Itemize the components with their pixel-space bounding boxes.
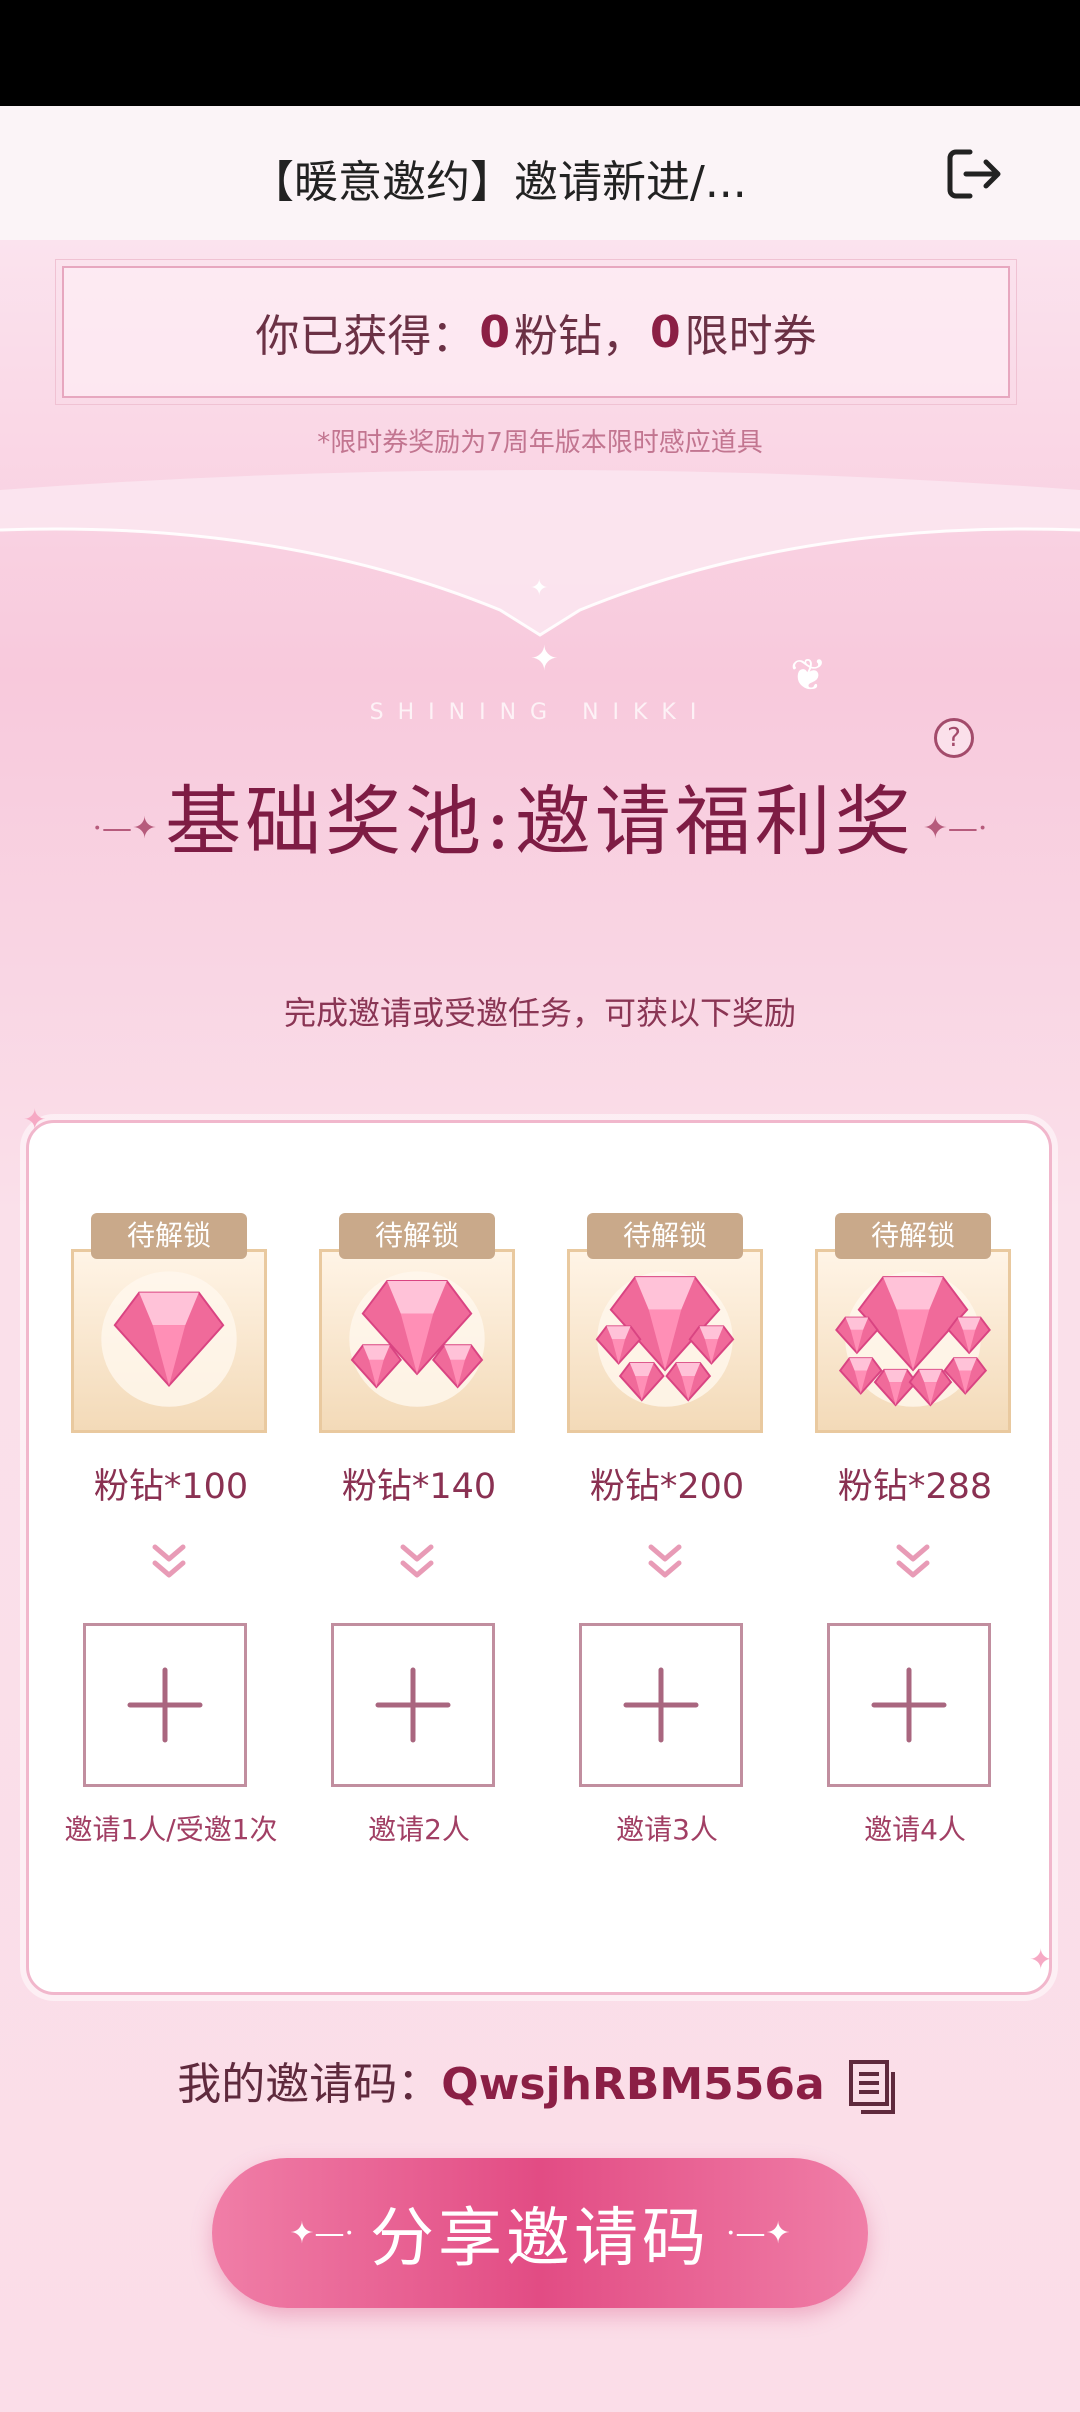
share-code-button[interactable]: ✦—· 分享邀请码 ·—✦ xyxy=(212,2158,868,2308)
locked-badge: 待解锁 xyxy=(587,1213,743,1259)
status-bar xyxy=(0,0,1080,106)
reward-condition: 邀请3人 xyxy=(616,1813,718,1846)
rewards-panel: ✦ ✦ 待解锁粉钻*100 邀请1人/受邀1次 待解锁粉钻*140 邀请2人 待解锁粉钻… xyxy=(23,1103,1053,1995)
chevron-down-icon xyxy=(152,1544,186,1578)
ribbon-decoration: ✦ ✦ ❦ xyxy=(0,470,1080,700)
invite-code-row: 我的邀请码：QwsjhRBM556a xyxy=(0,2048,1080,2116)
left-sparkle-icon: ·—✦ xyxy=(92,810,158,846)
chevron-down-icon xyxy=(896,1544,930,1578)
invite-slot-button[interactable] xyxy=(827,1623,991,1787)
locked-badge: 待解锁 xyxy=(339,1213,495,1259)
plus-icon xyxy=(623,1667,699,1743)
plus-icon xyxy=(871,1667,947,1743)
earned-summary: 你已获得： 0 粉钻， 0 限时券 xyxy=(55,259,1017,405)
reward-condition: 邀请4人 xyxy=(864,1813,966,1846)
earned-diamonds-value: 0 xyxy=(479,306,510,358)
invite-code-value: QwsjhRBM556a xyxy=(441,2059,825,2110)
reward-amount: 粉钻*140 xyxy=(341,1467,497,1507)
earned-vouchers-value: 0 xyxy=(650,306,681,358)
page-title: 【暖意邀约】邀请新进/... xyxy=(250,157,747,208)
reward-condition: 邀请2人 xyxy=(368,1813,470,1846)
title-bar: 【暖意邀约】邀请新进/... xyxy=(0,106,1080,240)
reward-amount: 粉钻*288 xyxy=(837,1467,993,1507)
invite-slot-button[interactable] xyxy=(579,1623,743,1787)
svg-text:✦: ✦ xyxy=(530,639,559,679)
reward-card[interactable] xyxy=(815,1249,1011,1433)
locked-badge: 待解锁 xyxy=(91,1213,247,1259)
invite-slot-button[interactable] xyxy=(83,1623,247,1787)
plus-icon xyxy=(375,1667,451,1743)
svg-text:❦: ❦ xyxy=(790,650,827,700)
exit-icon[interactable] xyxy=(942,142,1006,206)
chevron-down-icon xyxy=(400,1544,434,1578)
pool-title: ·—✦ 基础奖池:邀请福利奖 ✦—· xyxy=(0,760,1080,870)
sparkle-icon: ✦ xyxy=(1029,1943,1053,1976)
reward-card[interactable] xyxy=(71,1249,267,1433)
sparkle-icon: ✦ xyxy=(23,1103,47,1136)
chevron-down-icon xyxy=(648,1544,682,1578)
svg-text:✦: ✦ xyxy=(530,576,548,601)
invite-slot-button[interactable] xyxy=(331,1623,495,1787)
brand-watermark: SHINING NIKKI xyxy=(369,700,711,725)
share-code-label: 分享邀请码 xyxy=(370,2202,710,2276)
right-sparkle-icon: ✦—· xyxy=(922,810,988,846)
reward-card[interactable] xyxy=(567,1249,763,1433)
reward-card[interactable] xyxy=(319,1249,515,1433)
plus-icon xyxy=(127,1667,203,1743)
help-icon[interactable]: ? xyxy=(934,718,974,758)
earned-vouchers-label: 限时券 xyxy=(684,311,817,362)
left-sparkle-icon: ✦—· xyxy=(289,2215,354,2251)
voucher-note: *限时券奖励为7周年版本限时感应道具 xyxy=(317,428,763,458)
reward-amount: 粉钻*200 xyxy=(589,1467,745,1507)
invite-code-label: 我的邀请码： xyxy=(177,2059,442,2110)
reward-amount: 粉钻*100 xyxy=(93,1467,249,1507)
locked-badge: 待解锁 xyxy=(835,1213,991,1259)
earned-diamonds-label: 粉钻， xyxy=(514,311,646,362)
copy-icon[interactable] xyxy=(845,2058,903,2116)
reward-condition: 邀请1人/受邀1次 xyxy=(64,1813,278,1846)
earned-prefix: 你已获得： xyxy=(255,311,476,362)
pool-subtitle: 完成邀请或受邀任务，可获以下奖励 xyxy=(283,994,796,1032)
pool-title-text: 基础奖池:邀请福利奖 xyxy=(165,777,915,866)
event-content: 你已获得： 0 粉钻， 0 限时券 *限时券奖励为7周年版本限时感应道具 ✦ ✦… xyxy=(0,240,1080,2412)
right-sparkle-icon: ·—✦ xyxy=(726,2215,791,2251)
